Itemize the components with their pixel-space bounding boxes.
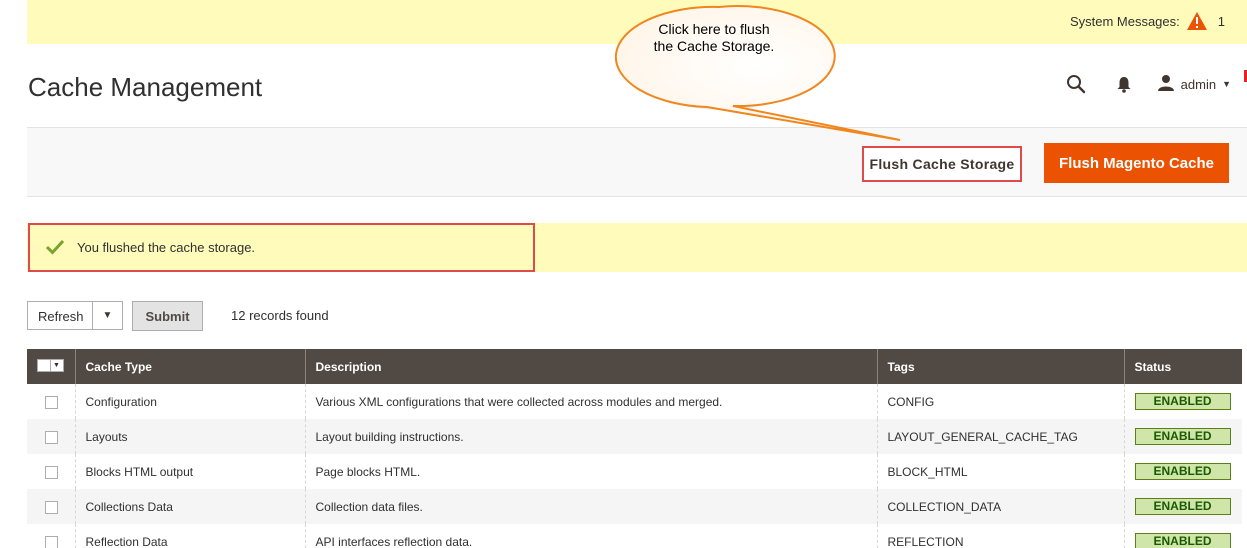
mass-select-checkbox[interactable]: ▼	[37, 359, 64, 372]
cache-description: Page blocks HTML.	[304, 454, 877, 489]
mass-action-selected: Refresh	[38, 309, 84, 324]
status-cell: ENABLED	[1123, 524, 1242, 548]
cache-tags: CONFIG	[876, 384, 1124, 419]
status-cell: ENABLED	[1123, 454, 1242, 489]
cache-tags: REFLECTION	[876, 524, 1124, 548]
cache-type: Collections Data	[74, 489, 305, 524]
row-checkbox-cell	[27, 524, 75, 548]
cache-tags: COLLECTION_DATA	[876, 489, 1124, 524]
bell-icon[interactable]	[1109, 69, 1139, 99]
row-checkbox[interactable]	[45, 465, 58, 479]
header-tags[interactable]: Tags	[876, 349, 1124, 384]
system-messages-count: 1	[1217, 13, 1225, 29]
table-row: Reflection Data API interfaces reflectio…	[27, 524, 1242, 548]
cache-description: Collection data files.	[304, 489, 877, 524]
chevron-down-icon: ▼	[53, 362, 60, 369]
status-cell: ENABLED	[1123, 489, 1242, 524]
status-badge: ENABLED	[1134, 393, 1231, 410]
callout-annotation: Click here to flush the Cache Storage.	[614, 0, 915, 150]
chevron-down-icon: ▼	[1222, 79, 1231, 89]
row-checkbox-cell	[27, 489, 75, 524]
success-message: You flushed the cache storage.	[27, 223, 1247, 272]
cache-description: Layout building instructions.	[304, 419, 877, 454]
page-title: Cache Management	[28, 72, 263, 102]
header-description[interactable]: Description	[304, 349, 877, 384]
flush-cache-storage-button[interactable]: Flush Cache Storage	[862, 146, 1022, 182]
cache-type: Configuration	[74, 384, 305, 419]
cache-tags: BLOCK_HTML	[876, 454, 1124, 489]
callout-text: Click here to flush the Cache Storage.	[653, 21, 775, 54]
search-icon[interactable]	[1061, 69, 1091, 99]
mass-action-select[interactable]: Refresh ▼	[27, 301, 123, 330]
cache-type: Blocks HTML output	[74, 454, 305, 489]
user-icon	[1157, 74, 1175, 95]
table-row: Layouts Layout building instructions. LA…	[27, 419, 1242, 454]
row-checkbox-cell	[27, 454, 75, 489]
system-messages[interactable]: System Messages: 1	[1070, 11, 1225, 31]
cache-tags: LAYOUT_GENERAL_CACHE_TAG	[876, 419, 1124, 454]
submit-button[interactable]: Submit	[132, 301, 203, 331]
status-badge: ENABLED	[1134, 533, 1231, 548]
flush-magento-cache-button[interactable]: Flush Magento Cache	[1044, 143, 1229, 183]
mass-select-header[interactable]: ▼	[27, 349, 75, 384]
grid-header-row: ▼ Cache Type Description Tags Status	[27, 349, 1242, 384]
row-checkbox[interactable]	[45, 395, 58, 409]
table-row: Collections Data Collection data files. …	[27, 489, 1242, 524]
header-cache-type[interactable]: Cache Type	[74, 349, 305, 384]
table-row: Configuration Various XML configurations…	[27, 384, 1242, 419]
row-checkbox-cell	[27, 419, 75, 454]
admin-user-menu[interactable]: admin ▼	[1157, 74, 1231, 95]
header-status[interactable]: Status	[1123, 349, 1242, 384]
status-badge: ENABLED	[1134, 498, 1231, 515]
status-badge: ENABLED	[1134, 428, 1231, 445]
records-count: 12 records found	[231, 308, 329, 323]
status-cell: ENABLED	[1123, 419, 1242, 454]
checkmark-icon	[45, 239, 65, 255]
chevron-down-icon: ▼	[92, 302, 122, 329]
status-badge: ENABLED	[1134, 463, 1231, 480]
header-actions: admin ▼	[1061, 68, 1247, 100]
row-checkbox[interactable]	[45, 430, 58, 444]
system-messages-label: System Messages:	[1069, 13, 1180, 29]
cache-description: Various XML configurations that were col…	[304, 384, 877, 419]
status-cell: ENABLED	[1123, 384, 1242, 419]
cache-type: Reflection Data	[74, 524, 305, 548]
success-message-text: You flushed the cache storage.	[77, 240, 256, 255]
cache-type: Layouts	[74, 419, 305, 454]
row-checkbox[interactable]	[45, 500, 58, 514]
table-row: Blocks HTML output Page blocks HTML. BLO…	[27, 454, 1242, 489]
admin-username: admin	[1180, 76, 1217, 92]
cache-description: API interfaces reflection data.	[304, 524, 877, 548]
warning-triangle-icon	[1186, 11, 1208, 31]
row-checkbox[interactable]	[45, 535, 58, 548]
cache-grid: ▼ Cache Type Description Tags Status Con…	[27, 349, 1242, 548]
row-checkbox-cell	[27, 384, 75, 419]
